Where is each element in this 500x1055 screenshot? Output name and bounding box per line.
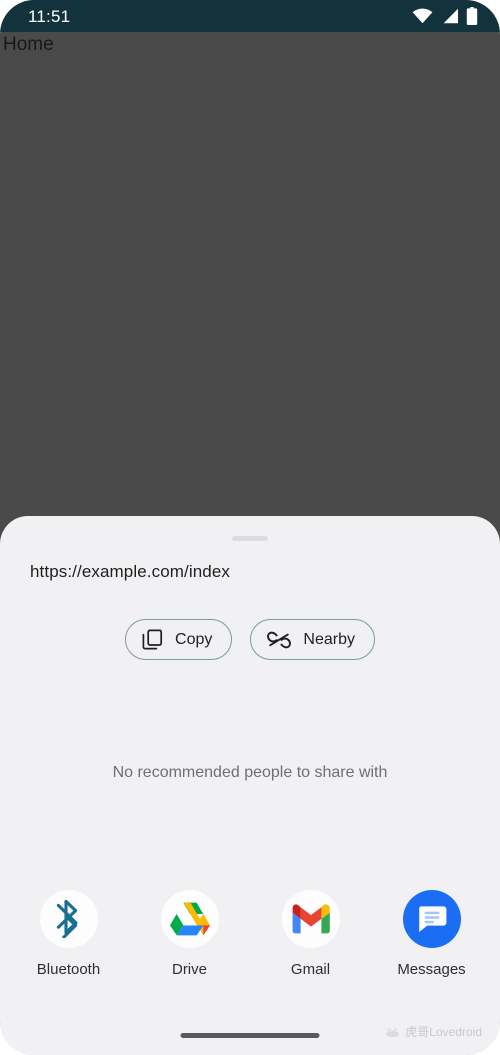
share-target-label: Messages [397, 961, 466, 978]
bluetooth-icon [56, 900, 78, 938]
gmail-icon-container [281, 890, 340, 948]
nearby-button[interactable]: Nearby [250, 619, 375, 660]
share-target-label: Gmail [290, 961, 331, 978]
phone-screen: Home 11:51 https://example.com/index Cop… [0, 0, 500, 1055]
share-target-label: Bluetooth [36, 961, 101, 978]
empty-state-message: No recommended people to share with [112, 764, 388, 781]
google-messages-icon-container [402, 890, 461, 948]
share-target-list: Bluetooth Drive Gmail Messages [0, 890, 500, 978]
bluetooth-icon-container [39, 890, 98, 948]
share-target-drive[interactable]: Drive [138, 890, 242, 978]
gmail-icon [292, 904, 330, 934]
nearby-share-icon [267, 631, 292, 648]
wifi-icon [412, 8, 433, 24]
status-bar: 11:51 [0, 0, 500, 32]
share-action-chips: Copy Nearby [0, 619, 500, 660]
share-target-label: Drive [171, 961, 207, 978]
google-messages-icon [418, 906, 446, 932]
share-target-messages[interactable]: Messages [380, 890, 484, 978]
nearby-button-label: Nearby [303, 630, 355, 648]
shared-url-text: https://example.com/index [30, 562, 230, 581]
watermark: 虎哥Lovedroid [385, 1023, 482, 1040]
watermark-text: 虎哥Lovedroid [405, 1025, 482, 1039]
watermark-logo-icon [386, 1027, 400, 1037]
google-drive-icon-container [160, 890, 219, 948]
background-app-title: Home [3, 34, 54, 55]
home-indicator[interactable] [180, 1033, 320, 1038]
battery-icon [466, 7, 478, 25]
cellular-signal-icon [443, 8, 458, 24]
copy-button[interactable]: Copy [125, 619, 233, 660]
sheet-drag-handle[interactable] [232, 536, 268, 541]
share-sheet: https://example.com/index Copy Nearby No… [0, 516, 500, 1055]
copy-button-label: Copy [175, 630, 213, 648]
share-target-bluetooth[interactable]: Bluetooth [17, 890, 121, 978]
copy-icon [142, 629, 163, 650]
google-drive-icon [169, 902, 210, 936]
status-bar-clock: 11:51 [28, 6, 71, 26]
status-bar-icons [412, 7, 478, 25]
share-target-gmail[interactable]: Gmail [259, 890, 363, 978]
